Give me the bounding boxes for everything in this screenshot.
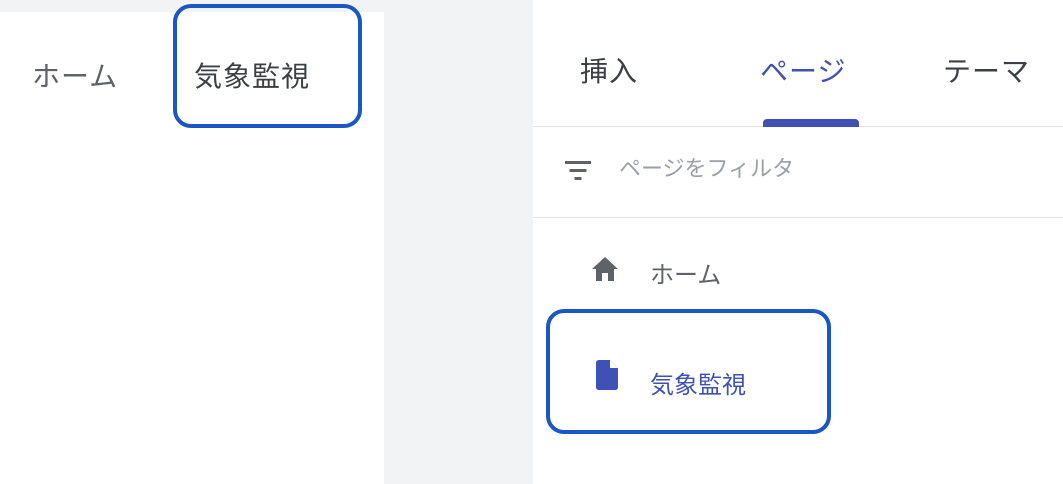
home-icon: [592, 257, 618, 281]
page-list-item-label: ホーム: [650, 261, 722, 289]
preview-panel-gap: [384, 0, 533, 484]
filter-icon: [565, 159, 591, 181]
site-nav-home-link[interactable]: ホーム: [32, 55, 118, 95]
page-list-item-home[interactable]: ホーム: [533, 232, 1063, 312]
highlight-box-nav: [173, 4, 362, 128]
highlight-box-page-item: [546, 309, 831, 434]
page-filter-input[interactable]: [619, 157, 999, 182]
tab-pages[interactable]: ページ: [760, 50, 846, 90]
panel-tabs: 挿入 ページ テーマ: [533, 0, 1063, 127]
screen: ホーム 気象監視 挿入 ページ テーマ ホーム: [0, 0, 1063, 484]
tab-insert[interactable]: 挿入: [580, 50, 638, 90]
page-filter-row: [533, 127, 1063, 218]
tab-themes[interactable]: テーマ: [943, 50, 1030, 90]
active-tab-indicator: [763, 119, 859, 127]
